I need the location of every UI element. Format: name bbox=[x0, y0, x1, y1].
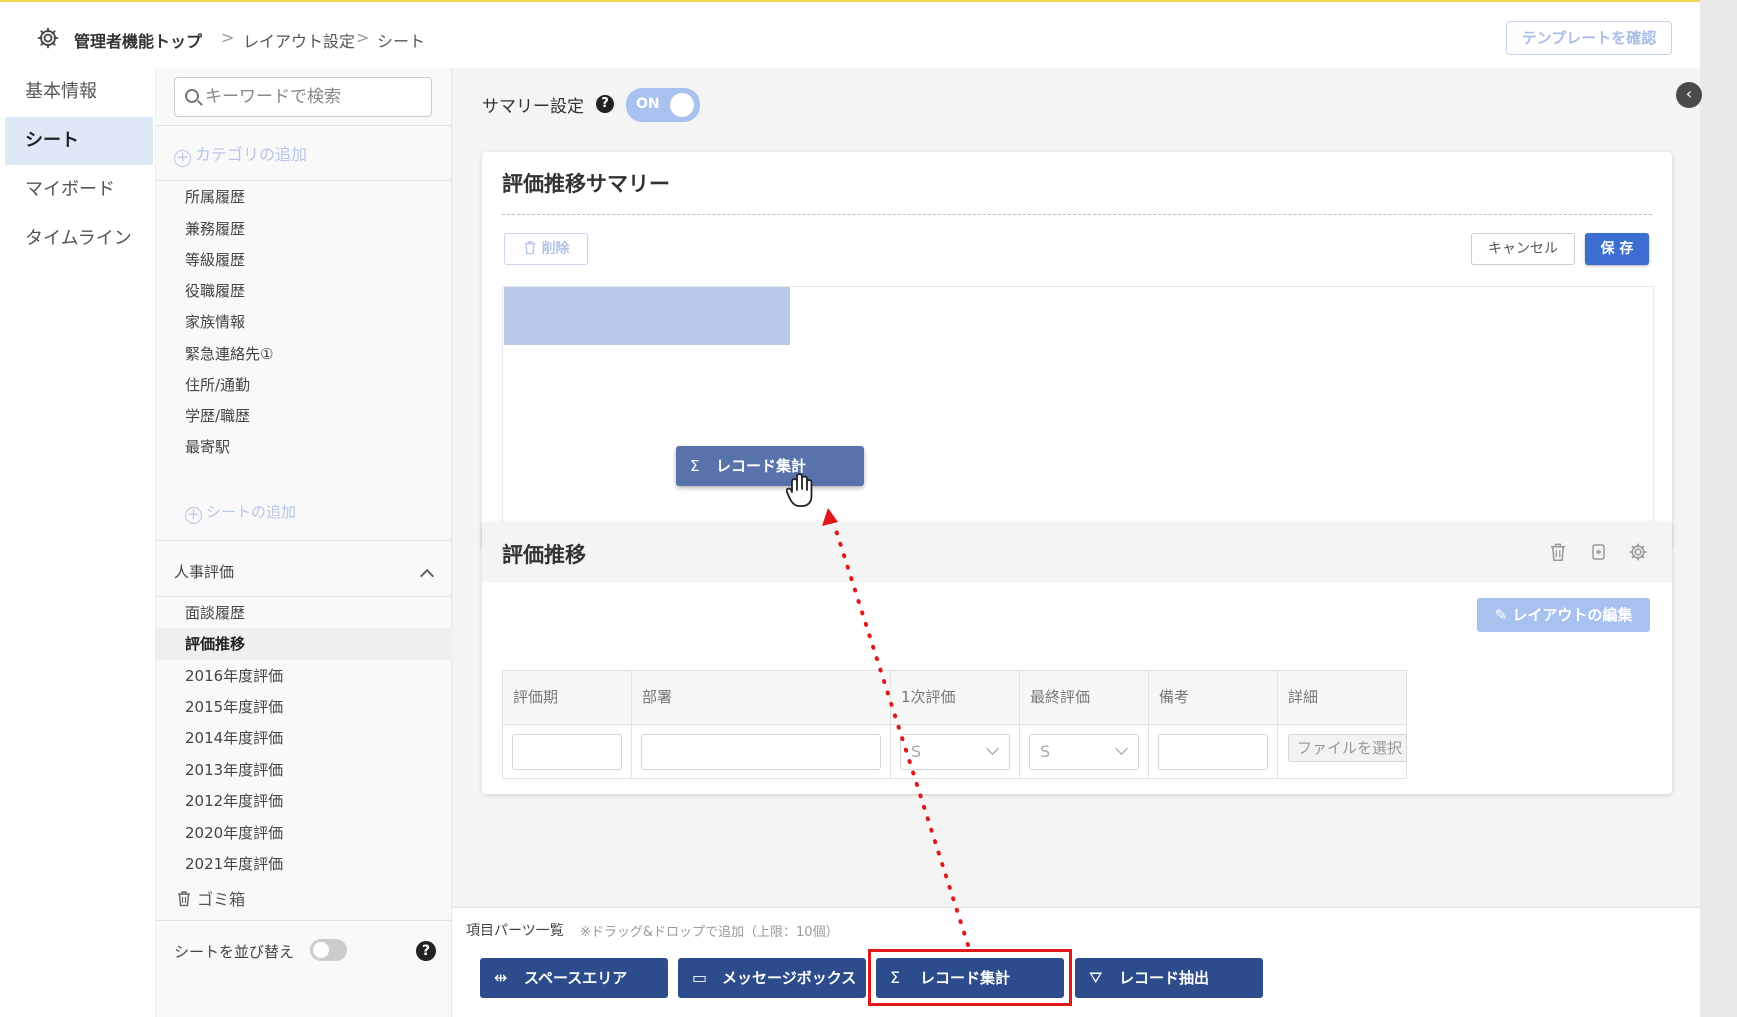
drag-path-arrow bbox=[822, 508, 970, 947]
